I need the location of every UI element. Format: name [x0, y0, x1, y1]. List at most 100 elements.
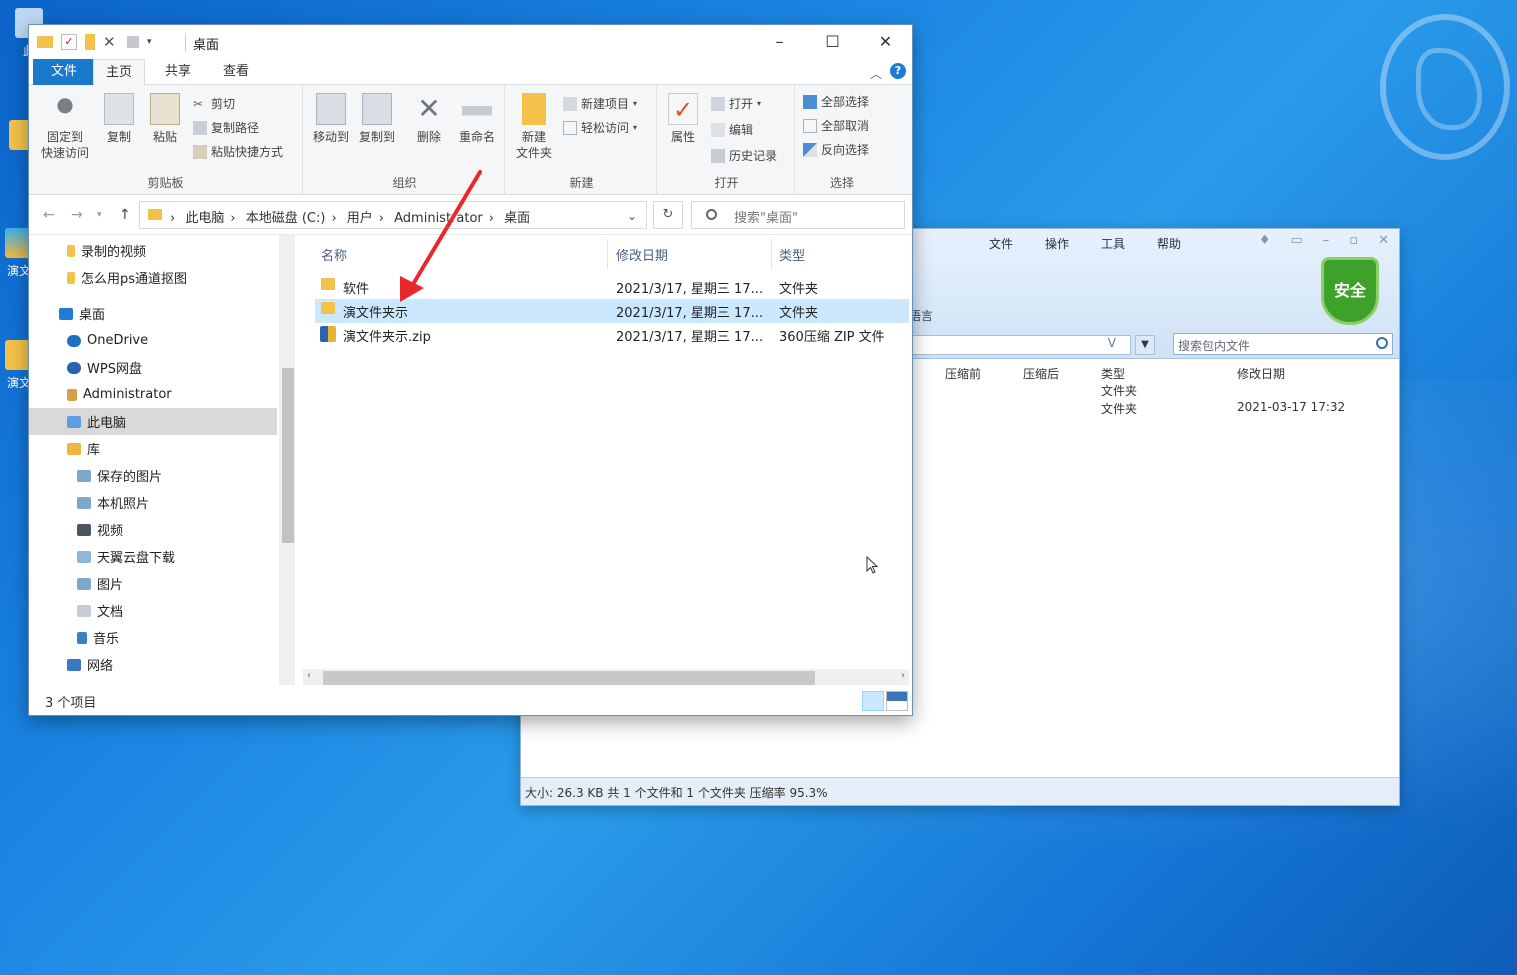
- chevron-down-icon[interactable]: ▼: [1135, 335, 1155, 355]
- nav-item-onedrive[interactable]: OneDrive: [29, 327, 277, 354]
- skin-icon[interactable]: ♦: [1259, 233, 1271, 248]
- address-history-chevron-icon[interactable]: ⌄: [627, 209, 637, 223]
- feedback-icon[interactable]: ▭: [1290, 233, 1302, 248]
- column-header-type[interactable]: 类型: [779, 245, 805, 264]
- delete-x-icon[interactable]: ✕: [103, 34, 119, 50]
- maximize-button[interactable]: ☐: [806, 25, 859, 59]
- column-header-date[interactable]: 修改日期: [616, 245, 668, 264]
- archive-search-input[interactable]: 搜索包内文件: [1173, 333, 1393, 355]
- file-row-selected[interactable]: 演文件夹示 2021/3/17, 星期三 17... 文件夹: [315, 299, 909, 323]
- nav-item-libraries[interactable]: 库: [29, 435, 277, 462]
- nav-item-wps-drive[interactable]: WPS网盘: [29, 354, 277, 381]
- tab-home[interactable]: 主页: [93, 59, 146, 86]
- move-to-button[interactable]: 移动到: [309, 93, 353, 145]
- copy-button[interactable]: 复制: [99, 93, 139, 145]
- col-date[interactable]: 修改日期: [1237, 365, 1285, 382]
- breadcrumb-users[interactable]: 用户: [347, 211, 373, 226]
- search-input[interactable]: 搜索"桌面": [691, 201, 905, 229]
- file-row[interactable]: 演文件夹示.zip 2021/3/17, 星期三 17... 360压缩 ZIP…: [315, 323, 909, 347]
- col-type[interactable]: 类型: [1101, 365, 1125, 382]
- nav-label: WPS网盘: [87, 362, 142, 377]
- column-separator[interactable]: [771, 239, 772, 269]
- nav-item-documents[interactable]: 文档: [29, 597, 277, 624]
- paste-shortcut-button[interactable]: 粘贴快捷方式: [193, 143, 283, 160]
- history-button[interactable]: 历史记录: [711, 147, 777, 164]
- breadcrumb-local-disk[interactable]: 本地磁盘 (C:): [246, 211, 326, 226]
- minimize-icon[interactable]: –: [1323, 233, 1330, 248]
- new-item-button[interactable]: 新建项目 ▾: [563, 95, 637, 112]
- pin-quick-access-button[interactable]: 固定到 快速访问: [35, 93, 95, 161]
- back-arrow-icon[interactable]: ←: [43, 207, 55, 223]
- search-icon[interactable]: [1376, 337, 1388, 349]
- tab-file[interactable]: 文件: [33, 59, 96, 85]
- archive-menu-operate[interactable]: 操作: [1045, 235, 1069, 252]
- cut-button[interactable]: ✂ 剪切: [193, 95, 235, 112]
- scroll-left-icon[interactable]: ‹: [307, 670, 311, 681]
- details-view-icon[interactable]: [862, 691, 884, 711]
- edit-button[interactable]: 编辑: [711, 121, 753, 138]
- customize-dropdown-icon[interactable]: ▾: [147, 34, 155, 50]
- rename-button[interactable]: 重命名: [453, 93, 501, 145]
- address-field[interactable]: › 此电脑 › 本地磁盘 (C:) › 用户 › Administrator › 桌面: [139, 201, 647, 229]
- nav-item-network[interactable]: 网络: [29, 651, 277, 678]
- nav-item-music[interactable]: 音乐: [29, 624, 277, 651]
- nav-item-camera-roll[interactable]: 本机照片: [29, 489, 277, 516]
- archive-row[interactable]: 文件夹 2021-03-17 17:32: [1101, 400, 1401, 417]
- copy-to-button[interactable]: 复制到: [355, 93, 399, 145]
- help-icon[interactable]: ?: [890, 63, 906, 79]
- nav-label: Administrator: [83, 387, 172, 402]
- column-header-name[interactable]: 名称: [321, 245, 347, 264]
- folder-icon: [37, 36, 53, 48]
- nav-item-ps-channel[interactable]: 怎么用ps通道抠图: [29, 264, 277, 291]
- nav-scrollbar-thumb[interactable]: [282, 368, 294, 543]
- archive-menu-tools[interactable]: 工具: [1101, 235, 1125, 252]
- large-icons-view-icon[interactable]: [886, 691, 908, 711]
- open-button[interactable]: 打开 ▾: [711, 95, 761, 112]
- tab-share[interactable]: 共享: [153, 59, 203, 85]
- nav-item-pictures[interactable]: 图片: [29, 570, 277, 597]
- easy-access-button[interactable]: 轻松访问 ▾: [563, 119, 637, 136]
- nav-item-videos[interactable]: 视频: [29, 516, 277, 543]
- archive-menu-help[interactable]: 帮助: [1157, 235, 1181, 252]
- close-icon[interactable]: ✕: [1378, 233, 1389, 248]
- forward-arrow-icon[interactable]: →: [71, 207, 83, 223]
- archive-menu-file[interactable]: 文件: [989, 235, 1013, 252]
- breadcrumb-desktop[interactable]: 桌面: [504, 211, 530, 226]
- nav-item-this-pc[interactable]: 此电脑: [29, 408, 277, 435]
- paste-button[interactable]: 粘贴: [145, 93, 185, 145]
- new-folder-button[interactable]: 新建 文件夹: [511, 93, 557, 161]
- nav-item-administrator[interactable]: Administrator: [29, 381, 277, 408]
- column-separator[interactable]: [607, 239, 608, 269]
- recent-locations-chevron-icon[interactable]: ▾: [97, 210, 102, 220]
- nav-item-saved-pictures[interactable]: 保存的图片: [29, 462, 277, 489]
- minimize-button[interactable]: –: [753, 25, 806, 59]
- scroll-right-icon[interactable]: ›: [901, 670, 905, 681]
- invert-selection-button[interactable]: 反向选择: [803, 141, 869, 158]
- nav-item-recorded-videos[interactable]: 录制的视频: [29, 237, 277, 264]
- breadcrumb-this-pc[interactable]: 此电脑: [185, 211, 224, 226]
- nav-item-tianyi-download[interactable]: 天翼云盘下载: [29, 543, 277, 570]
- ribbon-tabs: 文件 主页 共享 查看 ︿ ?: [29, 59, 912, 86]
- archive-menu: 文件 操作 工具 帮助: [989, 235, 1181, 252]
- refresh-icon[interactable]: ↻: [653, 201, 683, 229]
- copy-path-button[interactable]: 复制路径: [193, 119, 259, 136]
- tab-view[interactable]: 查看: [211, 59, 261, 85]
- properties-button[interactable]: ✓ 属性: [663, 93, 703, 145]
- col-before[interactable]: 压缩前: [945, 365, 981, 382]
- col-after[interactable]: 压缩后: [1023, 365, 1059, 382]
- select-all-button[interactable]: 全部选择: [803, 93, 869, 110]
- close-button[interactable]: ✕: [859, 25, 912, 59]
- properties-check-icon[interactable]: ✓: [61, 34, 77, 50]
- horizontal-scrollbar-thumb[interactable]: [323, 671, 815, 685]
- chevron-up-icon[interactable]: ︿: [870, 65, 882, 82]
- maximize-icon[interactable]: ▫: [1349, 233, 1358, 248]
- up-arrow-icon[interactable]: ↑: [119, 207, 131, 223]
- rename-icon[interactable]: [127, 36, 139, 48]
- archive-row[interactable]: 文件夹: [1101, 382, 1137, 399]
- select-none-button[interactable]: 全部取消: [803, 117, 869, 134]
- breadcrumb-administrator[interactable]: Administrator: [394, 211, 483, 226]
- delete-button[interactable]: ✕ 删除: [409, 93, 449, 145]
- nav-item-desktop[interactable]: 桌面: [29, 300, 277, 327]
- new-folder-icon[interactable]: [85, 34, 95, 50]
- file-row[interactable]: 软件 2021/3/17, 星期三 17... 文件夹: [315, 275, 909, 299]
